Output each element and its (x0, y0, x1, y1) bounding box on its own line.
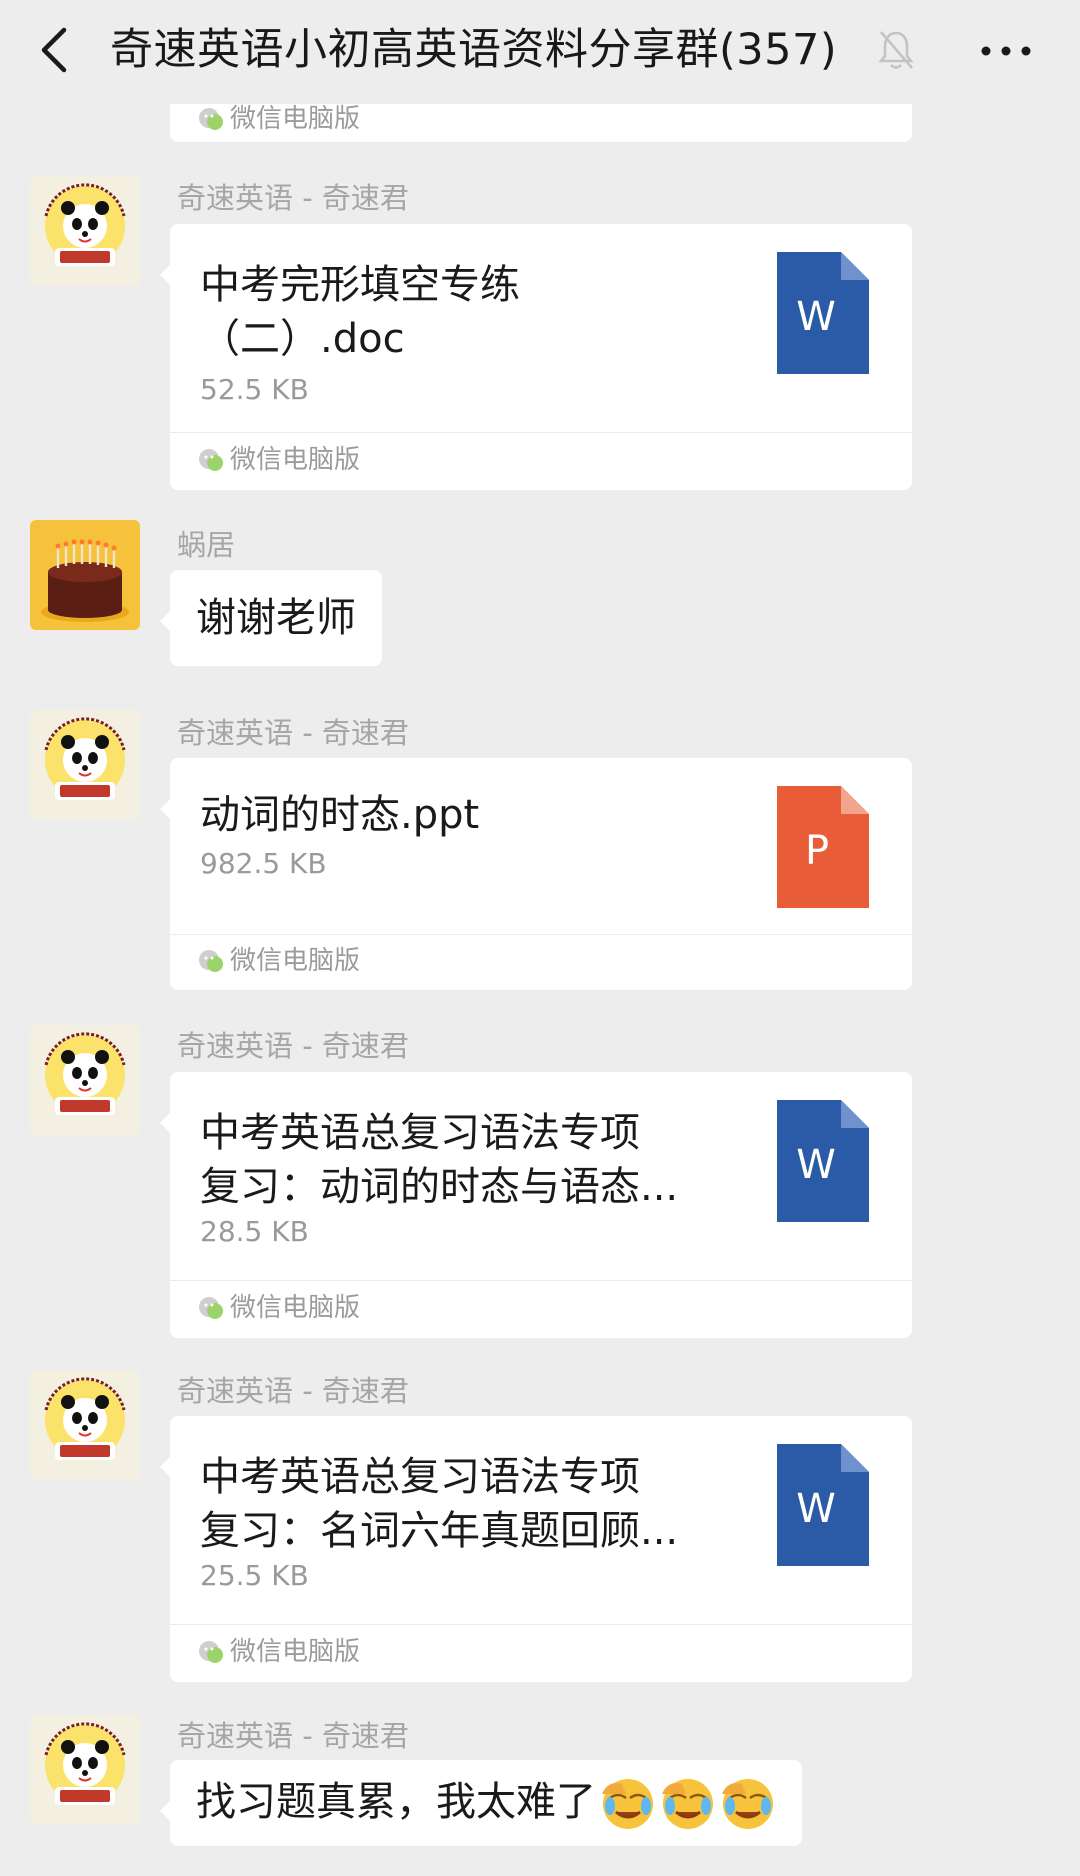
file-name: 中考英语总复习语法专项 复习：名词六年真题回顾... (200, 1454, 679, 1554)
wechat-pc-icon (198, 1295, 224, 1321)
avatar-qisu[interactable] (30, 1025, 140, 1135)
wechat-pc-icon (198, 948, 224, 974)
file-source-label: 微信电脑版 (230, 445, 361, 475)
chevron-left-icon[interactable] (34, 22, 78, 78)
birthday-cake-icon (30, 520, 140, 630)
word-file-icon (777, 1444, 869, 1566)
file-name: 中考英语总复习语法专项 复习：动词的时态与语态... (200, 1110, 679, 1210)
text-message-bubble[interactable]: 找习题真累，我太难了 (170, 1760, 802, 1846)
word-file-icon (777, 252, 869, 374)
card-divider (170, 1624, 912, 1625)
file-size: 982.5 KB (200, 847, 327, 880)
panda-logo-icon (30, 176, 140, 286)
chat-title: 奇速英语小初高英语资料分享群(357) (110, 25, 838, 75)
sender-name: 奇速英语 - 奇速君 (177, 716, 409, 750)
chat-header: 奇速英语小初高英语资料分享群(357) (0, 0, 1080, 104)
facepalm-cry-emoji-icon (660, 1776, 716, 1832)
panda-logo-icon (30, 1370, 140, 1480)
file-source-label: 微信电脑版 (230, 104, 361, 134)
file-source-label: 微信电脑版 (230, 1637, 361, 1667)
card-divider (170, 432, 912, 433)
file-message-card[interactable]: 动词的时态.ppt 982.5 KB 微信电脑版 (170, 758, 912, 990)
message-text: 找习题真累，我太难了 (196, 1779, 596, 1825)
file-size: 52.5 KB (200, 373, 309, 406)
text-message-bubble[interactable]: 谢谢老师 (170, 570, 382, 666)
file-name: 动词的时态.ppt (200, 792, 480, 838)
sender-name: 奇速英语 - 奇速君 (177, 181, 409, 215)
more-dots-icon[interactable] (978, 36, 1034, 66)
panda-logo-icon (30, 1715, 140, 1825)
avatar-qisu[interactable] (30, 1715, 140, 1825)
file-source-label: 微信电脑版 (230, 946, 361, 976)
bell-muted-icon (878, 31, 914, 69)
wechat-pc-icon (198, 106, 224, 132)
file-name: 中考完形填空专练 （二）.doc (200, 262, 520, 362)
file-size: 28.5 KB (200, 1215, 309, 1248)
panda-logo-icon (30, 1025, 140, 1135)
file-source-label: 微信电脑版 (230, 1293, 361, 1323)
file-message-card[interactable]: 中考完形填空专练 （二）.doc 52.5 KB 微信电脑版 (170, 224, 912, 490)
ppt-file-icon (777, 786, 869, 908)
word-file-icon (777, 1100, 869, 1222)
sender-name: 奇速英语 - 奇速君 (177, 1719, 409, 1753)
sender-name: 奇速英语 - 奇速君 (177, 1374, 409, 1408)
sender-name: 蜗居 (177, 528, 236, 562)
file-size: 25.5 KB (200, 1559, 309, 1592)
wechat-pc-icon (198, 1639, 224, 1665)
avatar-qisu[interactable] (30, 176, 140, 286)
avatar-woju[interactable] (30, 520, 140, 630)
facepalm-cry-emoji-icon (600, 1776, 656, 1832)
avatar-qisu[interactable] (30, 710, 140, 820)
card-divider (170, 1280, 912, 1281)
file-message-card[interactable]: 中考英语总复习语法专项 复习：名词六年真题回顾... 25.5 KB 微信电脑版 (170, 1416, 912, 1682)
panda-logo-icon (30, 710, 140, 820)
card-divider (170, 934, 912, 935)
file-message-card[interactable]: 中考英语总复习语法专项 复习：动词的时态与语态... 28.5 KB 微信电脑版 (170, 1072, 912, 1338)
wechat-pc-icon (198, 447, 224, 473)
facepalm-cry-emoji-icon (720, 1776, 776, 1832)
avatar-qisu[interactable] (30, 1370, 140, 1480)
sender-name: 奇速英语 - 奇速君 (177, 1029, 409, 1063)
